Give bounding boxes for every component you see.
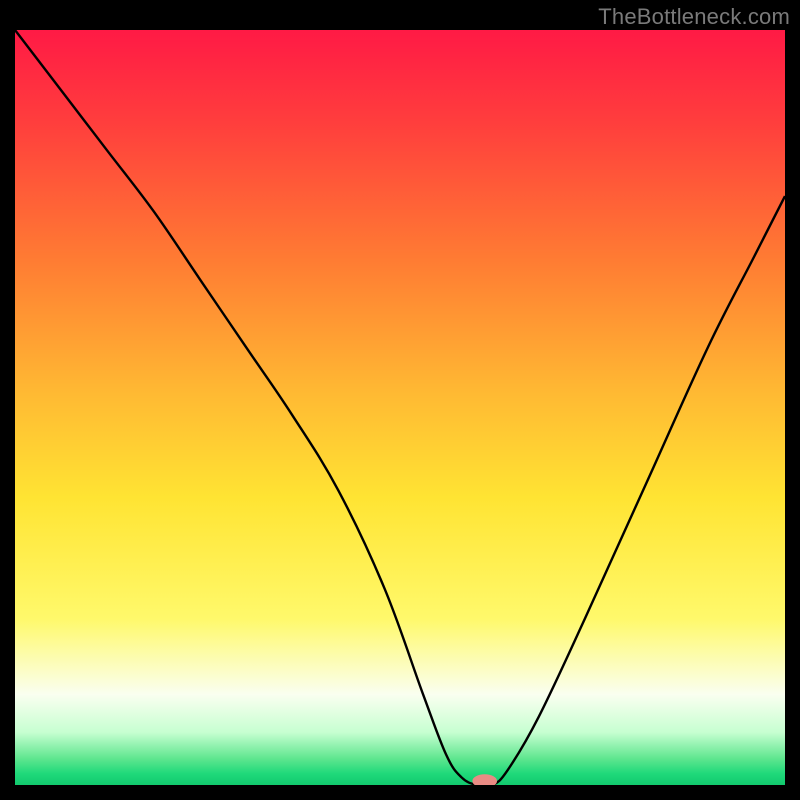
- chart-svg: [15, 30, 785, 785]
- plot-area: [15, 30, 785, 785]
- gradient-background: [15, 30, 785, 785]
- watermark-text: TheBottleneck.com: [598, 4, 790, 30]
- chart-container: TheBottleneck.com: [0, 0, 800, 800]
